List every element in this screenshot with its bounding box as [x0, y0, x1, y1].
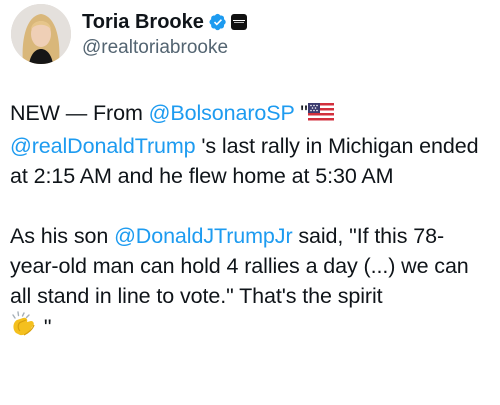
affiliate-badge-icon[interactable] — [230, 14, 247, 30]
tweet-header: Toria Brooke @realtoriabrooke — [11, 4, 486, 68]
tweet-paragraph-2: As his son @DonaldJTrumpJr said, "If thi… — [10, 221, 480, 345]
tweet-paragraph-1: NEW — From @BolsonaroSP " @realDonaldTrum… — [10, 98, 480, 191]
mention-donaldjtrumpjr[interactable]: @DonaldJTrumpJr — [114, 224, 293, 248]
clapping-hands-icon — [10, 311, 38, 345]
tweet: Toria Brooke @realtoriabrooke NEW — From… — [0, 0, 500, 405]
text-segment: NEW — From — [10, 101, 149, 125]
author-names: Toria Brooke @realtoriabrooke — [82, 10, 247, 60]
text-segment: As his son — [10, 224, 115, 248]
display-name[interactable]: Toria Brooke — [82, 10, 204, 34]
avatar[interactable] — [11, 4, 71, 64]
author-handle[interactable]: @realtoriabrooke — [82, 36, 247, 60]
tweet-text: NEW — From @BolsonaroSP " @realDonaldTrum… — [10, 98, 480, 345]
text-segment: " — [294, 101, 308, 125]
us-flag-icon — [307, 101, 334, 131]
mention-bolsonarosp[interactable]: @BolsonaroSP — [149, 101, 295, 125]
mention-realdonaldtrump[interactable]: @realDonaldTrump — [10, 134, 196, 158]
text-segment: " — [38, 315, 52, 339]
verified-badge-icon — [209, 13, 226, 31]
name-row: Toria Brooke — [82, 10, 247, 34]
